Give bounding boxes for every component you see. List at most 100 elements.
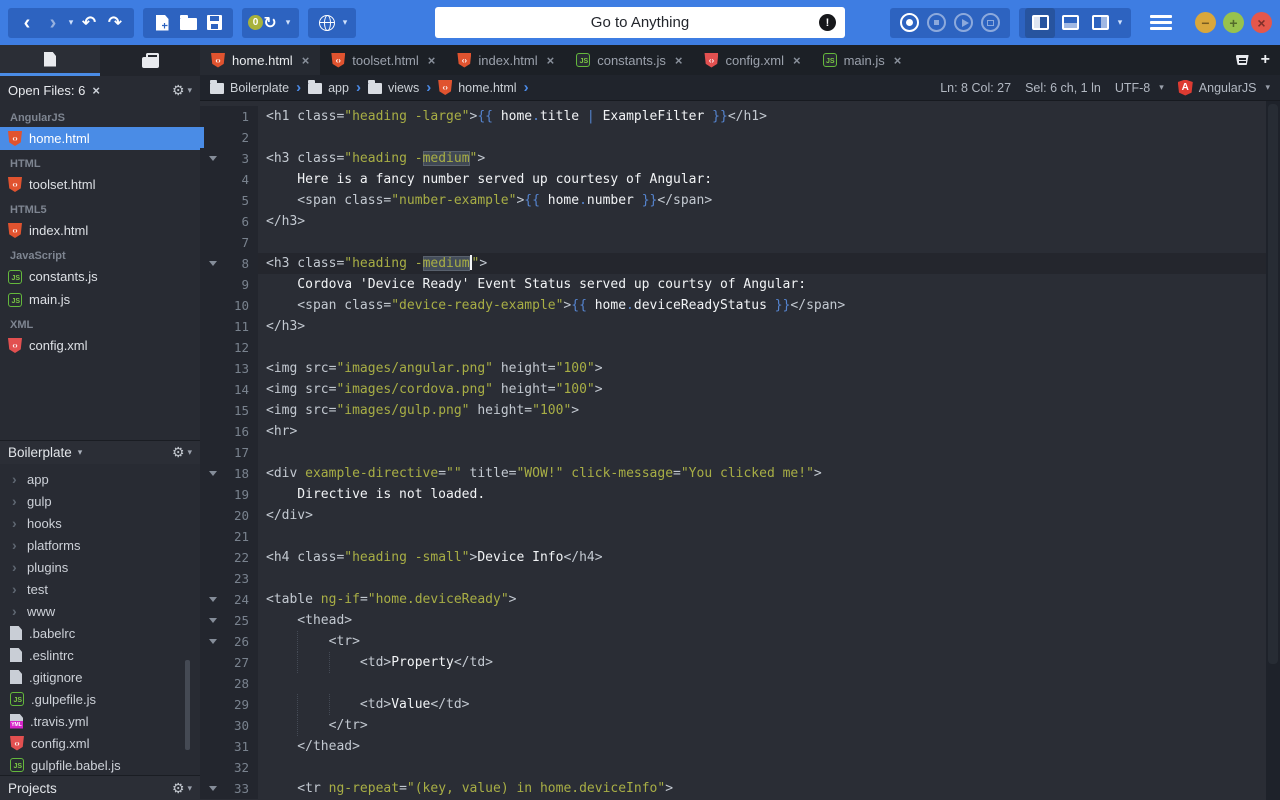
places-header[interactable]: Boilerplate ▾ ⚙ ▾ bbox=[0, 440, 200, 464]
go-to-anything-input[interactable] bbox=[435, 7, 845, 38]
undo-icon[interactable]: ↶ bbox=[76, 9, 102, 37]
code-line[interactable]: 10 <span class="device-ready-example">{{… bbox=[200, 295, 1266, 316]
browser-preview-icon[interactable] bbox=[314, 9, 340, 37]
fold-arrow-icon[interactable] bbox=[200, 148, 226, 169]
open-files-close-icon[interactable]: × bbox=[92, 83, 100, 98]
code-line[interactable]: 13<img src="images/angular.png" height="… bbox=[200, 358, 1266, 379]
save-file-icon[interactable] bbox=[201, 9, 227, 37]
nav-dropdown-icon[interactable]: ▾ bbox=[66, 17, 76, 28]
maximize-button[interactable]: + bbox=[1223, 12, 1244, 33]
breadcrumb-item-app[interactable]: app bbox=[308, 81, 349, 95]
tree-item-config.xml[interactable]: ‹›config.xml bbox=[0, 732, 200, 754]
scc-dropdown-icon[interactable]: ▾ bbox=[283, 17, 293, 28]
record-macro-icon[interactable] bbox=[900, 13, 919, 32]
code-line[interactable]: 3<h3 class="heading -medium"> bbox=[200, 148, 1266, 169]
code-line[interactable]: 9 Cordova 'Device Ready' Event Status se… bbox=[200, 274, 1266, 295]
code-line[interactable]: 28 bbox=[200, 673, 1266, 694]
editor-tab-index.html[interactable]: ‹›index.html× bbox=[446, 45, 565, 75]
tab-close-icon[interactable]: × bbox=[793, 53, 801, 68]
projects-settings[interactable]: ⚙ ▾ bbox=[172, 780, 192, 797]
pane-dropdown-icon[interactable]: ▾ bbox=[1115, 17, 1125, 28]
code-line[interactable]: 4 Here is a fancy number served up court… bbox=[200, 169, 1266, 190]
editor-tab-main.js[interactable]: JSmain.js× bbox=[812, 45, 913, 75]
tree-item-app[interactable]: ›app bbox=[0, 468, 200, 490]
open-file-config.xml[interactable]: ‹›config.xml bbox=[0, 334, 200, 357]
breadcrumb-item-home.html[interactable]: ‹›home.html bbox=[438, 80, 516, 95]
open-file-main.js[interactable]: JSmain.js bbox=[0, 288, 200, 311]
tree-item-gulp[interactable]: ›gulp bbox=[0, 490, 200, 512]
tree-item-hooks[interactable]: ›hooks bbox=[0, 512, 200, 534]
redo-icon[interactable]: ↷ bbox=[102, 9, 128, 37]
code-line[interactable]: 29 <td>Value</td> bbox=[200, 694, 1266, 715]
tree-item-platforms[interactable]: ›platforms bbox=[0, 534, 200, 556]
tree-item-test[interactable]: ›test bbox=[0, 578, 200, 600]
code-line[interactable]: 15<img src="images/gulp.png" height="100… bbox=[200, 400, 1266, 421]
editor-tab-toolset.html[interactable]: ‹›toolset.html× bbox=[320, 45, 446, 75]
code-line[interactable]: 22<h4 class="heading -small">Device Info… bbox=[200, 547, 1266, 568]
tree-item-gulpfile.babel.js[interactable]: JSgulpfile.babel.js bbox=[0, 754, 200, 775]
code-line[interactable]: 23 bbox=[200, 568, 1266, 589]
code-line[interactable]: 7 bbox=[200, 232, 1266, 253]
code-line[interactable]: 32 bbox=[200, 757, 1266, 778]
fold-arrow-icon[interactable] bbox=[200, 778, 226, 799]
tree-item-.travis.yml[interactable]: YML.travis.yml bbox=[0, 710, 200, 732]
breadcrumb-item-Boilerplate[interactable]: Boilerplate bbox=[210, 81, 289, 95]
code-line[interactable]: 5 <span class="number-example">{{ home.n… bbox=[200, 190, 1266, 211]
editor-scrollbar-thumb[interactable] bbox=[1268, 104, 1278, 664]
open-files-settings[interactable]: ⚙ ▾ bbox=[172, 82, 192, 99]
tree-item-.gulpefile.js[interactable]: JS.gulpefile.js bbox=[0, 688, 200, 710]
fold-arrow-icon[interactable] bbox=[200, 589, 226, 610]
code-line[interactable]: 27 <td>Property</td> bbox=[200, 652, 1266, 673]
code-line[interactable]: 24<table ng-if="home.deviceReady"> bbox=[200, 589, 1266, 610]
tree-item-.babelrc[interactable]: .babelrc bbox=[0, 622, 200, 644]
code-line[interactable]: 21 bbox=[200, 526, 1266, 547]
search-info-icon[interactable]: ! bbox=[819, 14, 836, 31]
code-editor[interactable]: 1<h1 class="heading -large">{{ home.titl… bbox=[200, 101, 1280, 800]
fold-arrow-icon[interactable] bbox=[200, 610, 226, 631]
tree-item-www[interactable]: ›www bbox=[0, 600, 200, 622]
play-macro-icon[interactable] bbox=[954, 13, 973, 32]
toggle-bottom-pane-icon[interactable] bbox=[1055, 8, 1085, 38]
code-line[interactable]: 16<hr> bbox=[200, 421, 1266, 442]
code-line[interactable]: 11</h3> bbox=[200, 316, 1266, 337]
open-file-index.html[interactable]: ‹›index.html bbox=[0, 219, 200, 242]
code-line[interactable]: 31 </thead> bbox=[200, 736, 1266, 757]
tab-close-icon[interactable]: × bbox=[302, 53, 310, 68]
new-tab-icon[interactable]: + bbox=[1261, 52, 1270, 68]
save-macro-icon[interactable] bbox=[981, 13, 1000, 32]
sidebar-scrollbar[interactable] bbox=[185, 660, 190, 750]
code-line[interactable]: 19 Directive is not loaded. bbox=[200, 484, 1266, 505]
new-file-icon[interactable] bbox=[149, 9, 175, 37]
code-line[interactable]: 25 <thead> bbox=[200, 610, 1266, 631]
editor-scrollbar[interactable] bbox=[1266, 101, 1280, 800]
tab-close-icon[interactable]: × bbox=[675, 53, 683, 68]
toggle-right-pane-icon[interactable] bbox=[1085, 8, 1115, 38]
tree-item-plugins[interactable]: ›plugins bbox=[0, 556, 200, 578]
code-line[interactable]: 6</h3> bbox=[200, 211, 1266, 232]
places-settings[interactable]: ⚙ ▾ bbox=[172, 444, 192, 461]
code-line[interactable]: 26 <tr> bbox=[200, 631, 1266, 652]
code-line[interactable]: 17 bbox=[200, 442, 1266, 463]
fold-arrow-icon[interactable] bbox=[200, 463, 226, 484]
fold-arrow-icon[interactable] bbox=[200, 253, 226, 274]
projects-header[interactable]: Projects ⚙ ▾ bbox=[0, 775, 200, 800]
tab-close-icon[interactable]: × bbox=[428, 53, 436, 68]
code-line[interactable]: 18<div example-directive="" title="WOW!"… bbox=[200, 463, 1266, 484]
open-file-home.html[interactable]: ‹›home.html bbox=[0, 127, 200, 150]
fold-arrow-icon[interactable] bbox=[200, 631, 226, 652]
code-line[interactable]: 1<h1 class="heading -large">{{ home.titl… bbox=[200, 106, 1266, 127]
code-line[interactable]: 8<h3 class="heading -medium"> bbox=[200, 253, 1266, 274]
tab-open-files[interactable] bbox=[0, 45, 100, 76]
tab-list-icon[interactable] bbox=[1236, 55, 1249, 65]
code-line[interactable]: 33 <tr ng-repeat="(key, value) in home.d… bbox=[200, 778, 1266, 799]
minimize-button[interactable]: − bbox=[1195, 12, 1216, 33]
code-line[interactable]: 2 bbox=[200, 127, 1266, 148]
editor-tab-constants.js[interactable]: JSconstants.js× bbox=[565, 45, 693, 75]
menu-hamburger-icon[interactable] bbox=[1150, 21, 1172, 24]
editor-tab-home.html[interactable]: ‹›home.html× bbox=[200, 45, 320, 75]
status-encoding[interactable]: UTF-8 ▾ bbox=[1115, 81, 1164, 95]
preview-dropdown-icon[interactable]: ▾ bbox=[340, 17, 350, 28]
open-file-icon[interactable] bbox=[175, 9, 201, 37]
tab-toolbox[interactable] bbox=[100, 45, 200, 76]
breadcrumb-item-views[interactable]: views bbox=[368, 81, 419, 95]
